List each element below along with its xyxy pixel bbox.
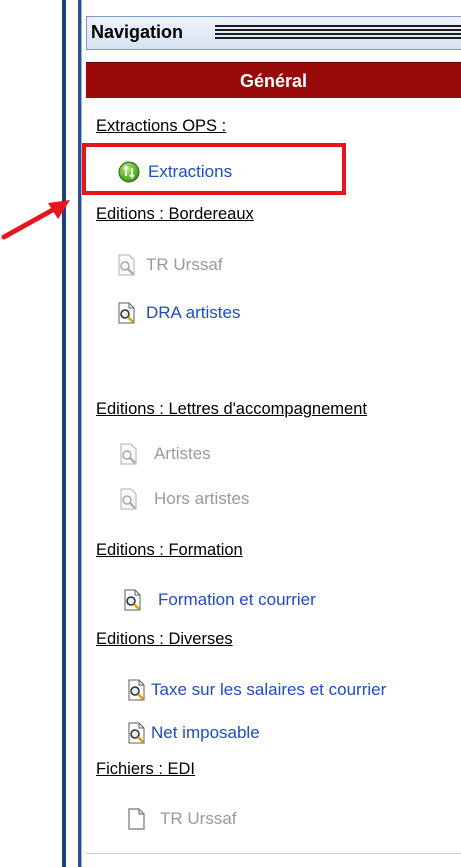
document-magnifier-icon [116, 254, 138, 276]
nav-item-formation-et-courrier[interactable]: Formation et courrier [122, 589, 316, 611]
green-circle-arrows-icon [118, 161, 140, 183]
nav-item-tr-urssaf[interactable]: TR Urssaf [116, 254, 223, 276]
nav-item-artistes[interactable]: Artistes [118, 443, 211, 465]
nav-item-label: DRA artistes [146, 303, 241, 322]
nav-item-label: Formation et courrier [158, 590, 316, 609]
document-icon [126, 808, 148, 830]
group-label-extractions-ops: Extractions OPS : [96, 117, 227, 135]
group-label-bordereaux: Editions : Bordereaux [96, 205, 254, 223]
group-label-formation: Editions : Formation [96, 541, 243, 559]
document-magnifier-icon [122, 589, 144, 611]
section-header-general[interactable]: Général [86, 62, 461, 98]
drag-grip[interactable] [215, 25, 461, 41]
navigation-title: Navigation [91, 22, 184, 42]
group-label-diverses: Editions : Diverses [96, 630, 233, 648]
document-magnifier-icon [126, 722, 148, 744]
nav-item-edi-tr-urssaf[interactable]: TR Urssaf [126, 808, 237, 830]
nav-item-label: Extractions [148, 162, 233, 181]
nav-item-label: Artistes [154, 444, 211, 463]
nav-item-dra-artistes[interactable]: DRA artistes [116, 302, 240, 324]
group-label-fichiers-edi: Fichiers : EDI [96, 760, 196, 778]
document-magnifier-icon [118, 443, 140, 465]
nav-item-label: Hors artistes [154, 489, 250, 508]
panel-bottom-divider [86, 853, 461, 854]
nav-item-extractions[interactable]: Extractions [118, 161, 232, 183]
document-magnifier-icon [126, 679, 148, 701]
nav-item-label: TR Urssaf [146, 255, 223, 274]
nav-item-net-imposable[interactable]: Net imposable [126, 722, 260, 744]
window-edge [62, 0, 66, 867]
nav-item-taxe-sur-les-salaires[interactable]: Taxe sur les salaires et courrier [126, 679, 386, 701]
document-magnifier-icon [118, 488, 140, 510]
annotation-arrow-icon [1, 200, 70, 240]
nav-item-label: Net imposable [151, 723, 260, 742]
nav-item-label: Taxe sur les salaires et courrier [151, 680, 387, 699]
nav-item-hors-artistes[interactable]: Hors artistes [118, 488, 249, 510]
group-label-lettres: Editions : Lettres d'accompagnement [96, 400, 367, 418]
navigation-titlebar[interactable]: Navigation [86, 16, 461, 50]
nav-item-label: TR Urssaf [160, 809, 237, 828]
document-magnifier-icon [116, 302, 138, 324]
